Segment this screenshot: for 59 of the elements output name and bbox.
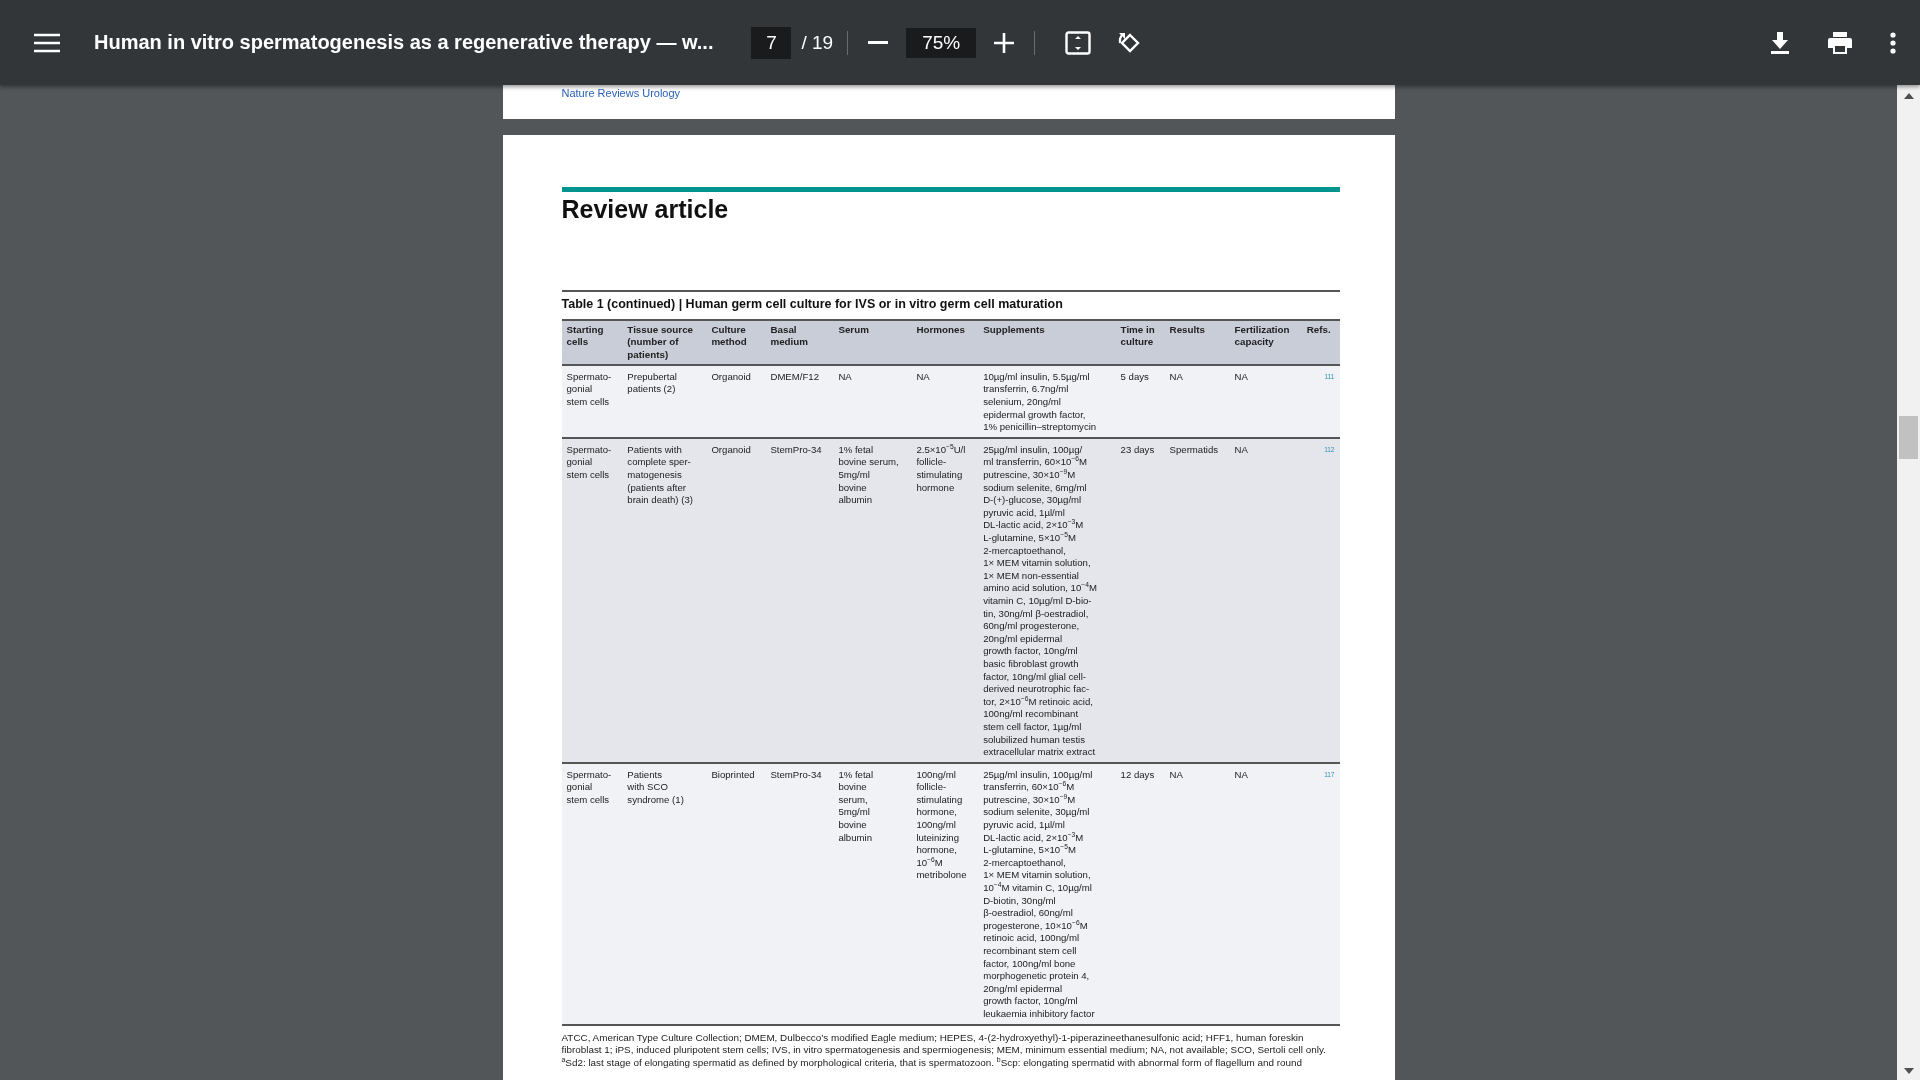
more-options-icon xyxy=(1890,31,1896,54)
table-cell: NA xyxy=(1229,437,1302,763)
section-heading: Review article xyxy=(561,195,730,224)
column-header: Supplements xyxy=(978,320,1116,365)
table-footnote: ATCC, American Type Culture Collection; DMEM, Dulbecco’s modified Eagle medium; HEPES, 4-(2-hydroxyethyl)-1-piperazineethanesulfonic acid; HFF1, human foreskin fibroblast 1; iPS, induced pluripotent stem cells; IVS, in vitro spermatogenesis and spermiogenesis; MEM, minimum essential medium; NA, not available; SCO, Sertoli cell only. $^{a}$Sd2: last stage of elongating spermatid as defined by morphological criteria, that is spermatozoon. $^{b}$Scp: elongating spermatid with abnormal form of flagellum and round xyxy=(561,1031,1326,1070)
column-header: Tissue source (number of patients) xyxy=(622,320,707,365)
table-cell: 1% fetal bovine serum, 5mg/ml bovine albumin xyxy=(833,437,912,763)
menu-icon xyxy=(34,32,60,53)
table-cell: StemPro-34 xyxy=(765,762,834,1025)
column-header: Starting cells xyxy=(561,320,623,365)
page-count: / 19 xyxy=(801,31,834,54)
zoom-level-field[interactable]: 75% xyxy=(906,27,977,58)
table-cell: NA xyxy=(833,364,912,438)
table-cell: NA xyxy=(1229,364,1302,438)
document-title: Human in vitro spermatogenesis as a regenerative therapy — w... xyxy=(94,31,714,54)
table-caption: Table 1 (continued) | Human germ cell culture for IVS or in vitro germ cell maturation xyxy=(561,290,1340,311)
table-cell: Patients with SCO syndrome (1) xyxy=(622,762,707,1025)
column-header: Fertilization capacity xyxy=(1229,320,1302,365)
minus-icon xyxy=(868,41,889,44)
table-cell: 5 days xyxy=(1115,364,1165,438)
column-header: Results xyxy=(1164,320,1230,365)
table-cell: Spermato- gonial stem cells xyxy=(561,437,623,763)
table-cell: 100ng/ml follicle- stimulating hormone, 100ng/ml luteinizing hormone, 10$^{−6}$M metribolone xyxy=(911,762,979,1025)
scroll-up-icon[interactable] xyxy=(1903,93,1914,99)
journal-link[interactable]: Nature Reviews Urology xyxy=(561,87,681,99)
table-cell: Spermato- gonial stem cells xyxy=(561,762,623,1025)
table-cell: Spermatids xyxy=(1164,437,1230,763)
column-header: Culture method xyxy=(706,320,766,365)
scroll-thumb[interactable] xyxy=(1899,416,1918,459)
printer-icon xyxy=(1828,31,1852,54)
table-cell: 25µg/ml insulin, 100µg/ ml transferrin, 60×10$^{−6}$M putrescine, 30×10$^{−9}$M sodium selenite, 6mg/ml D-(+)-glucose, 30µg/ml pyruvic acid, 1µl/ml DL-lactic acid, 2×10$^{−3}$M L-glutamine, 5×10$^{−5}$M 2-mercaptoethanol, 1× MEM vitamin solution, 1× MEM non-essential amino acid solution, 10$^{−4}$M vitamin C, 10µg/ml D-bio- tin, 30ng/ml β-oestradiol, 60ng/ml progesterone, 20ng/ml epidermal growth factor, 10ng/ml basic fibroblast growth factor, 10ng/ml glial cell- derived neurotrophic fac- tor, 2×10$^{−6}$M retinoic acid, 100ng/ml recombinant stem cell factor, 1µg/ml solubilized human testis extracellular matrix extract xyxy=(978,437,1116,763)
table-cell: NA xyxy=(1164,364,1230,438)
table-cell: NA xyxy=(911,364,979,438)
table-cell: Organoid xyxy=(706,437,766,763)
download-icon xyxy=(1770,31,1790,54)
column-header: Hormones xyxy=(911,320,979,365)
table-cell: 10µg/ml insulin, 5.5µg/ml transferrin, 6.7ng/ml selenium, 20ng/ml epidermal growth factor, 1% penicillin–streptomycin xyxy=(978,364,1116,438)
table-cell: Patients with complete sper- matogenesis (patients after brain death) (3) xyxy=(622,437,707,763)
table-cell: Bioprinted xyxy=(706,762,766,1025)
column-header: Basal medium xyxy=(765,320,834,365)
table-cell: 23 days xyxy=(1115,437,1165,763)
column-header: Refs. xyxy=(1301,320,1340,365)
column-header: Serum xyxy=(833,320,912,365)
table-cell: Spermato- gonial stem cells xyxy=(561,364,623,438)
table-cell: 1% fetal bovine serum, 5mg/ml bovine albumin xyxy=(833,762,912,1025)
table-cell: 12 days xyxy=(1115,762,1165,1025)
table-cell: Prepubertal patients (2) xyxy=(622,364,707,438)
plus-icon xyxy=(994,32,1015,53)
table-cell: NA xyxy=(1229,762,1302,1025)
table-cell: 25µg/ml insulin, 100µg/ml transferrin, 60×10$^{−6}$M putrescine, 30×10$^{−9}$M sodium selenite, 30µg/ml pyruvic acid, 1µl/ml DL-lactic acid, 2×10$^{−3}$M L-glutamine, 5×10$^{−5}$M 2-mercaptoethanol, 1× MEM vitamin solution, 10$^{−4}$M vitamin C, 10µg/ml D-biotin, 30ng/ml β-oestradiol, 60ng/ml progesterone, 10×10$^{−6}$M retinoic acid, 100ng/ml recombinant stem cell factor, 100ng/ml bone morphogenetic protein 4, 20ng/ml epidermal growth factor, 10ng/ml leukaemia inhibitory factor xyxy=(978,762,1116,1025)
fit-page-icon xyxy=(1065,30,1092,55)
table-cell: DMEM/F12 xyxy=(765,364,834,438)
table-cell: 2.5×10$^{−5}$U/l follicle- stimulating hormone xyxy=(911,437,979,763)
scroll-down-icon[interactable] xyxy=(1903,1068,1914,1074)
page-number-field[interactable]: 7 xyxy=(751,26,792,59)
table-cell: Organoid xyxy=(706,364,766,438)
table-cell: NA xyxy=(1164,762,1230,1025)
column-header: Time in culture xyxy=(1115,320,1165,365)
table-cell: StemPro-34 xyxy=(765,437,834,763)
